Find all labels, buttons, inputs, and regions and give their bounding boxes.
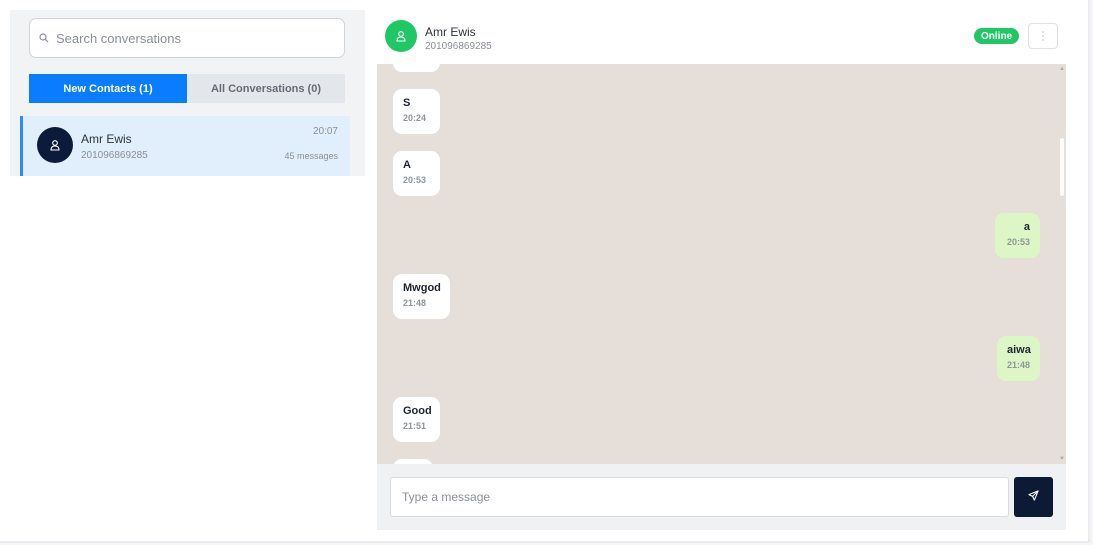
- message-bubble: Mwgod 21:48: [393, 274, 450, 319]
- contact-message-count: 45 messages: [284, 151, 338, 161]
- message-bubble-outgoing: a 20:53: [995, 213, 1040, 258]
- user-icon: [385, 20, 417, 52]
- user-icon: [37, 127, 73, 163]
- message-time: 21:48: [1007, 360, 1031, 370]
- chat-header: Amr Ewis 201096869285 Online: [377, 10, 1066, 64]
- tab-all-conversations[interactable]: All Conversations (0): [187, 74, 345, 103]
- message-text: Good: [403, 405, 432, 417]
- chat-contact-phone: 201096869285: [425, 41, 492, 52]
- tab-new-contacts[interactable]: New Contacts (1): [29, 74, 187, 103]
- contact-last-time: 20:07: [312, 126, 338, 137]
- scrollbar-thumb[interactable]: [1060, 138, 1064, 196]
- message-text: a: [1023, 221, 1030, 233]
- search-box[interactable]: [29, 18, 345, 58]
- message-input-box[interactable]: [390, 477, 1009, 517]
- contact-tabs: New Contacts (1) All Conversations (0): [29, 74, 345, 103]
- contact-phone: 201096869285: [81, 150, 148, 161]
- message-bubble-outgoing: aiwa 21:48: [997, 336, 1040, 381]
- scroll-up-icon[interactable]: ▲: [1059, 66, 1065, 72]
- message-input[interactable]: [402, 490, 997, 504]
- message-time: 21:48: [403, 298, 427, 308]
- send-icon: [1028, 488, 1039, 506]
- message-bubble: S 20:24: [393, 89, 440, 134]
- app-frame: New Contacts (1) All Conversations (0) A…: [0, 0, 1090, 543]
- message-bubble: A 20:53: [393, 151, 440, 196]
- message-text: S: [403, 97, 411, 109]
- message-text: Mwgod: [403, 282, 441, 294]
- chat-contact-name: Amr Ewis: [425, 25, 476, 39]
- message-text: aiwa: [1007, 344, 1031, 356]
- search-icon: [39, 32, 51, 44]
- message-composer: [377, 464, 1066, 530]
- message-text: A: [403, 159, 411, 171]
- contact-list-item[interactable]: Amr Ewis 201096869285 20:07 45 messages: [20, 116, 350, 176]
- message-scrollbar[interactable]: ▲ ▼: [1058, 64, 1066, 464]
- more-options-icon: [1042, 31, 1044, 41]
- message-bubble-partial: [393, 64, 440, 72]
- message-time: 21:51: [403, 421, 427, 431]
- conversation-sidebar: New Contacts (1) All Conversations (0) A…: [10, 10, 365, 176]
- message-list[interactable]: S 20:24 A 20:53 a 20:53 Mwgod 21:48 aiwa…: [377, 64, 1066, 464]
- message-time: 20:24: [403, 113, 427, 123]
- scroll-down-icon[interactable]: ▼: [1059, 456, 1065, 462]
- message-bubble: Good 21:51: [393, 397, 440, 442]
- search-input[interactable]: [56, 30, 336, 46]
- message-time: 20:53: [1006, 237, 1030, 247]
- send-button[interactable]: [1014, 477, 1053, 517]
- message-time: 20:53: [403, 175, 427, 185]
- more-options-button[interactable]: [1028, 23, 1058, 49]
- contact-name: Amr Ewis: [81, 132, 132, 146]
- status-badge: Online: [974, 28, 1020, 44]
